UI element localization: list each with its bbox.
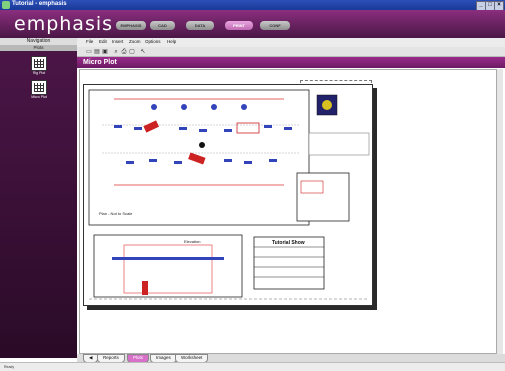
nav-item-label: Rig Plot — [32, 71, 46, 75]
menu-bar: File Edit Insert Zoom Options Help — [77, 38, 505, 47]
menu-zoom[interactable]: Zoom — [129, 39, 141, 44]
micro-plot-drawing: Plan - Not to Scale Elevation Tutorial S… — [88, 89, 370, 300]
module-tab-conf[interactable]: CONF — [260, 21, 290, 30]
app-icon — [2, 1, 10, 9]
preview-icon[interactable]: ⌕ — [112, 48, 120, 56]
page-setup-icon[interactable]: ▢ — [128, 48, 136, 56]
plan-label: Plan - Not to Scale — [99, 211, 133, 216]
brand-bar: emphasis EMPHASIS CAD DATA PRINT CONF — [0, 10, 505, 38]
module-tab-cad[interactable]: CAD — [150, 21, 175, 30]
window-titlebar: Tutorial - emphasis _ □ × — [0, 0, 505, 11]
toolbar: ▭ ▤ ▣ ⌕ ⎙ ▢ ↖ — [77, 47, 505, 57]
navigation-header: Navigation — [0, 38, 77, 45]
title-block-title: Tutorial Show — [272, 240, 305, 246]
menu-edit[interactable]: Edit — [99, 39, 107, 44]
window-title: Tutorial - emphasis — [12, 1, 67, 7]
menu-options[interactable]: Options — [145, 39, 161, 44]
new-icon[interactable]: ▭ — [85, 48, 93, 56]
vertical-scrollbar[interactable] — [497, 69, 503, 354]
module-tab-data[interactable]: DATA — [186, 21, 214, 30]
nav-item-label: Micro Plot — [31, 95, 47, 99]
menu-help[interactable]: Help — [167, 39, 176, 44]
help-pointer-icon[interactable]: ↖ — [139, 48, 147, 56]
status-text: Ready — [4, 365, 15, 369]
module-tab-print[interactable]: PRINT — [225, 21, 253, 30]
nav-item-rig-plot[interactable]: Rig Plot — [28, 56, 50, 75]
print-icon[interactable]: ⎙ — [120, 48, 128, 56]
plot-grid-icon — [31, 56, 47, 71]
status-bar: Ready — [0, 362, 505, 371]
sheet-tab-strip: ◀ Reports Plots Images Worksheet — [77, 354, 505, 363]
nav-item-micro-plot[interactable]: Micro Plot — [28, 80, 50, 99]
plots-subheader[interactable]: Plots — [0, 45, 77, 51]
app-logo: emphasis — [14, 13, 114, 35]
save-icon[interactable]: ▣ — [101, 48, 109, 56]
module-tab-emphasis[interactable]: EMPHASIS — [116, 21, 146, 30]
drawing-sheet[interactable]: Plan - Not to Scale Elevation Tutorial S… — [83, 84, 373, 306]
elevation-label: Elevation — [184, 239, 200, 244]
menu-file[interactable]: File — [86, 39, 93, 44]
menu-insert[interactable]: Insert — [112, 39, 123, 44]
left-navigation: Navigation Plots Rig Plot Micro Plot — [0, 38, 77, 358]
panel-title: Micro Plot — [77, 57, 505, 68]
plot-grid-icon — [31, 80, 47, 95]
open-icon[interactable]: ▤ — [93, 48, 101, 56]
